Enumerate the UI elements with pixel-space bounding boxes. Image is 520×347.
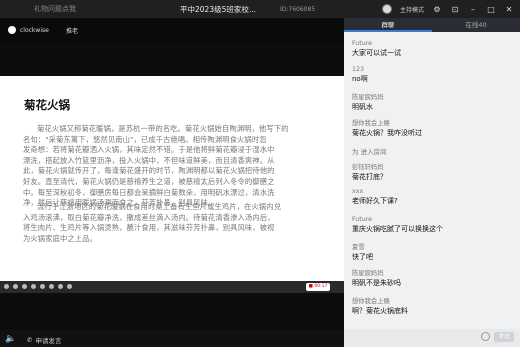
record-indicator[interactable]: ■ 00:17 — [306, 283, 330, 291]
paragraph-line: 中。每至深秋初冬，御膳房每日都会呆摘鲜白菊数朵，用明矾水漂过，清水洗 — [23, 187, 275, 197]
volume-icon[interactable]: 🔈 — [5, 334, 16, 344]
tab-group-chat[interactable]: 群聊 — [344, 18, 432, 32]
minimize-icon[interactable]: – — [468, 4, 478, 14]
chat-messages: Future 大家可以试一试 123 no啊 陈星宸妈妈 明矾水 想你我会上瘾 … — [344, 34, 520, 329]
message-text: 啊？菊花火锅底料 — [352, 307, 408, 315]
message-text: 快了吧 — [352, 253, 373, 261]
gift-help-link[interactable]: 礼物问题点我 — [34, 4, 76, 14]
brand-logo-icon — [8, 26, 16, 34]
phone-icon: ✆ — [27, 336, 33, 344]
title-bar: 礼物问题点我 平中2023级5班家校... ID:7606085 主持模式 ⚙ … — [0, 0, 520, 18]
chat-message: 陈星宸妈妈 明矾不是朱砂吗 — [352, 268, 512, 288]
paragraph-line: 漂洗，搭起放入竹篮里沥净，投入火锅中，不但味道鲜美，而且清香爽神。从 — [23, 155, 275, 165]
maximize-icon[interactable]: □ — [486, 4, 496, 14]
chat-message: 想你我会上瘾 菊花火锅？我咋没听过 — [352, 118, 512, 138]
chat-message: 陈星宸妈妈 明矾水 — [352, 92, 512, 112]
more-icon[interactable] — [67, 284, 72, 289]
sender-name: 陈星宸妈妈 — [352, 94, 384, 101]
sender-name: Future — [352, 40, 373, 47]
slide-paragraph-1: 菊花火锅又称菊花暖锅，是苏杭一带的名吃。菊花火锅始自陶渊明，他写下的 名句："采… — [23, 124, 323, 209]
brand-bar: clockwise 推老 — [0, 18, 344, 44]
paragraph-line: 此，菊花火锅就传开了，每逢菊花盛开的时节，陶渊明都以菊花火锅招待他的 — [23, 166, 275, 176]
eraser-icon[interactable] — [13, 284, 18, 289]
sender-name: 想你我会上瘾 — [352, 120, 390, 127]
host-mode-label[interactable]: 主持模式 — [400, 5, 424, 14]
shape-icon[interactable] — [31, 284, 36, 289]
pin-icon[interactable]: ⊡ — [450, 4, 460, 14]
avatar[interactable] — [381, 4, 392, 14]
sender-name: xxx — [352, 188, 364, 195]
sender-name: Future — [352, 216, 373, 223]
text-icon[interactable] — [40, 284, 45, 289]
sender-name: 陈星宸妈妈 — [352, 270, 384, 277]
chat-message: xxx 老师好久下课? — [352, 188, 512, 206]
request-speak-button[interactable]: ✆ 申请发言 — [27, 335, 61, 345]
presentation-stage: clockwise 推老 菊花火锅 菊花火锅又称菊花暖锅，是苏杭一带的名吃。菊花… — [0, 18, 344, 330]
message-text: 大家可以试一试 — [352, 49, 401, 57]
paragraph-line: 将生肉片、生鸡片等入锅烫熟，蘸汁食用，其滋味芬芳扑鼻，别具风味，被视 — [23, 223, 275, 233]
message-text: 重庆火锅吃腻了可以换换这个 — [352, 225, 443, 233]
paragraph-line: 流行于江浙地区的菊花暖锅在食用时桌上备有生鱼片或生鸡片，在火锅内兑 — [37, 202, 282, 211]
slide-title: 菊花火锅 — [24, 98, 70, 112]
pointer-icon[interactable] — [22, 284, 27, 289]
message-text: 老师好久下课? — [352, 197, 398, 205]
settings-icon[interactable]: ⚙ — [432, 4, 442, 14]
chat-message: Future 重庆火锅吃腻了可以换换这个 — [352, 216, 512, 234]
close-icon[interactable]: ✕ — [504, 4, 514, 14]
message-text: no啊 — [352, 75, 368, 83]
chat-message: 123 no啊 — [352, 66, 512, 84]
chat-tabs: 群聊 在线40 — [344, 18, 520, 32]
nav-item[interactable]: 推老 — [66, 26, 78, 35]
sender-name: 想你我会上瘾 — [352, 298, 390, 305]
chat-message: 想你我会上瘾 啊？菊花火锅底料 — [352, 296, 512, 316]
brand-name: clockwise — [20, 26, 49, 34]
emoji-icon[interactable] — [481, 332, 490, 341]
slide-paragraph-2: 流行于江浙地区的菊花暖锅在食用时桌上备有生鱼片或生鸡片，在火锅内兑 入鸡汤滚沸，… — [23, 202, 323, 244]
chat-message: 彭钰轩妈妈 菊花打底？ — [352, 162, 512, 182]
message-text: 明矾水 — [352, 103, 373, 111]
pen-icon[interactable] — [4, 284, 9, 289]
message-text: 明矾不是朱砂吗 — [352, 279, 401, 287]
system-notice: 为 进入房间 — [352, 148, 387, 156]
request-speak-label: 申请发言 — [35, 337, 62, 345]
clear-icon[interactable] — [58, 284, 63, 289]
window-title: 平中2023级5班家校... — [180, 4, 257, 14]
paragraph-line: 名句："采菊东篱下，悠然见南山"，已成千古绝唱。相传陶渊明食火锅时忽 — [23, 134, 267, 144]
message-text: 菊花打底？ — [352, 173, 387, 181]
sender-name: 123 — [352, 66, 365, 73]
undo-icon[interactable] — [49, 284, 54, 289]
paragraph-line: 入鸡汤滚沸，取白菊花瓣净洗，撒成差丝滴入汤内。待菊花清香渗入汤内后， — [23, 212, 275, 222]
slide-toolbar: ■ 00:17 — [0, 281, 344, 293]
chat-panel: 群聊 在线40 Future 大家可以试一试 123 no啊 陈星宸妈妈 明矾水… — [344, 18, 520, 347]
chat-message: 夏雪 快了吧 — [352, 242, 512, 262]
tab-online[interactable]: 在线40 — [432, 18, 520, 32]
paragraph-line: 好友。直至清代，菊花火锅仍是慈禧养生之道，被慈禧太后列入冬令的御膳之 — [23, 176, 275, 186]
paragraph-line: 为火锅家庭中之上品。 — [23, 233, 97, 243]
bottom-bar: 🔈 ✆ 申请发言 — [0, 330, 344, 347]
paragraph-line: 菊花火锅又称菊花暖锅，是苏杭一带的名吃。菊花火锅始自陶渊明，他写下的 — [37, 124, 289, 133]
paragraph-line: 发奇想：若将菊花瓣洒入火锅，其味定然不错。于是他将鲜菊花瓣浸于湿水中 — [23, 145, 275, 155]
send-button[interactable]: 发送 — [494, 332, 514, 342]
room-id: ID:7606085 — [280, 5, 316, 13]
sender-name: 彭钰轩妈妈 — [352, 164, 384, 171]
brand: clockwise — [8, 26, 49, 34]
message-text: 菊花火锅？我咋没听过 — [352, 129, 422, 137]
chat-input-bar[interactable]: 发送 — [344, 329, 520, 347]
chat-message: Future 大家可以试一试 — [352, 40, 512, 58]
sender-name: 夏雪 — [352, 244, 365, 251]
slide: 菊花火锅 菊花火锅又称菊花暖锅，是苏杭一带的名吃。菊花火锅始自陶渊明，他写下的 … — [0, 76, 344, 286]
